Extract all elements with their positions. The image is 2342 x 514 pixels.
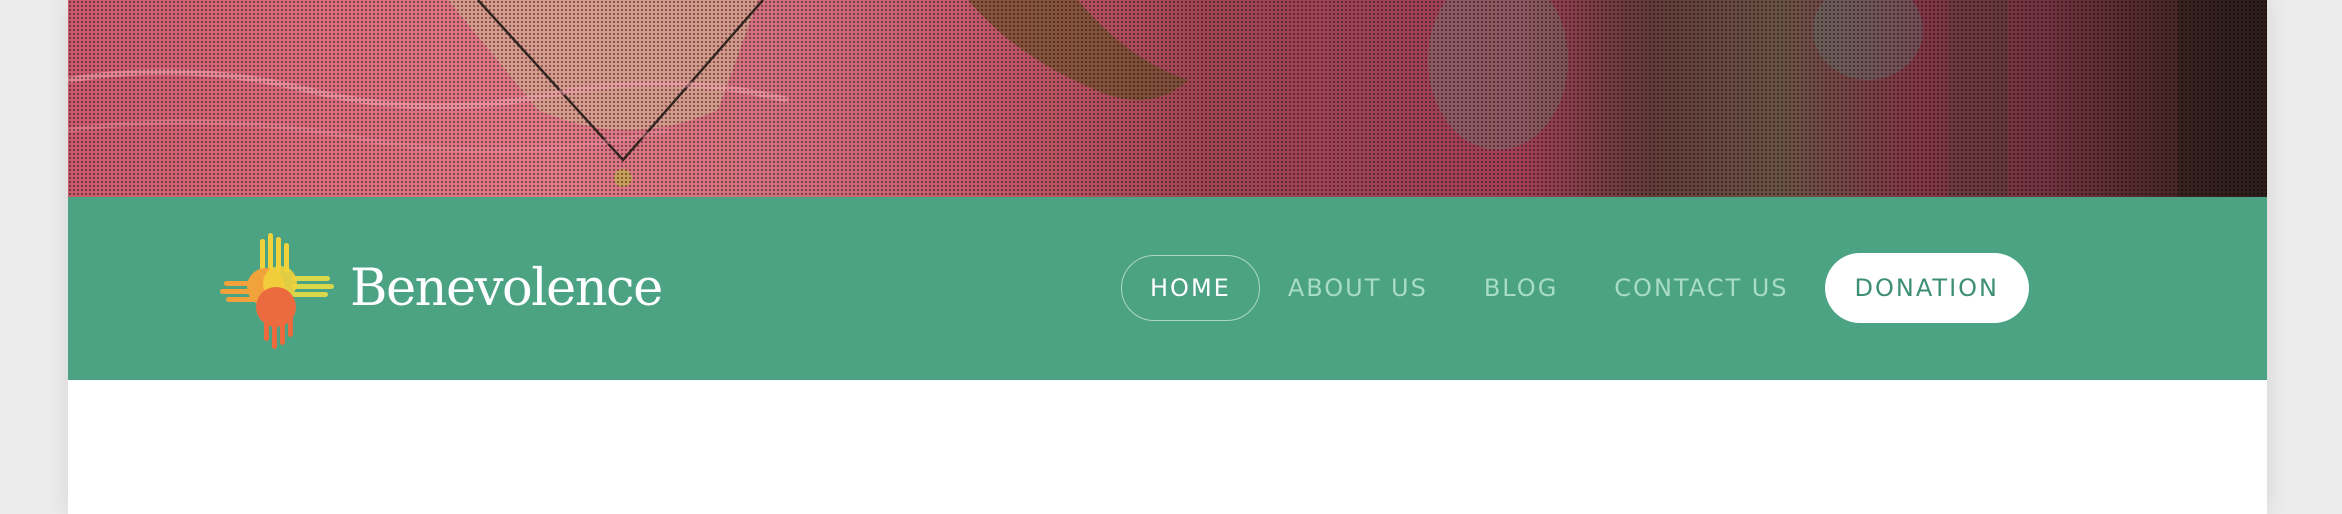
donation-button[interactable]: DONATION — [1824, 253, 2030, 323]
nav-item-blog[interactable]: BLOG — [1456, 255, 1586, 321]
nav-item-home[interactable]: HOME — [1121, 255, 1260, 321]
nav-item-about-us[interactable]: ABOUT US — [1260, 255, 1456, 321]
page: Benevolence HOME ABOUT US BLOG CONTACT U… — [68, 0, 2267, 514]
main-nav: HOME ABOUT US BLOG CONTACT US DONATION — [1121, 253, 2030, 323]
site-header: Benevolence HOME ABOUT US BLOG CONTACT U… — [68, 197, 2267, 380]
brand-name: Benevolence — [350, 258, 663, 318]
zia-sun-hands-logo-icon — [220, 233, 334, 349]
content-area — [68, 380, 2267, 514]
brand-logo-link[interactable]: Benevolence — [220, 231, 663, 349]
hero-image — [68, 0, 2267, 197]
nav-item-contact-us[interactable]: CONTACT US — [1586, 255, 1816, 321]
